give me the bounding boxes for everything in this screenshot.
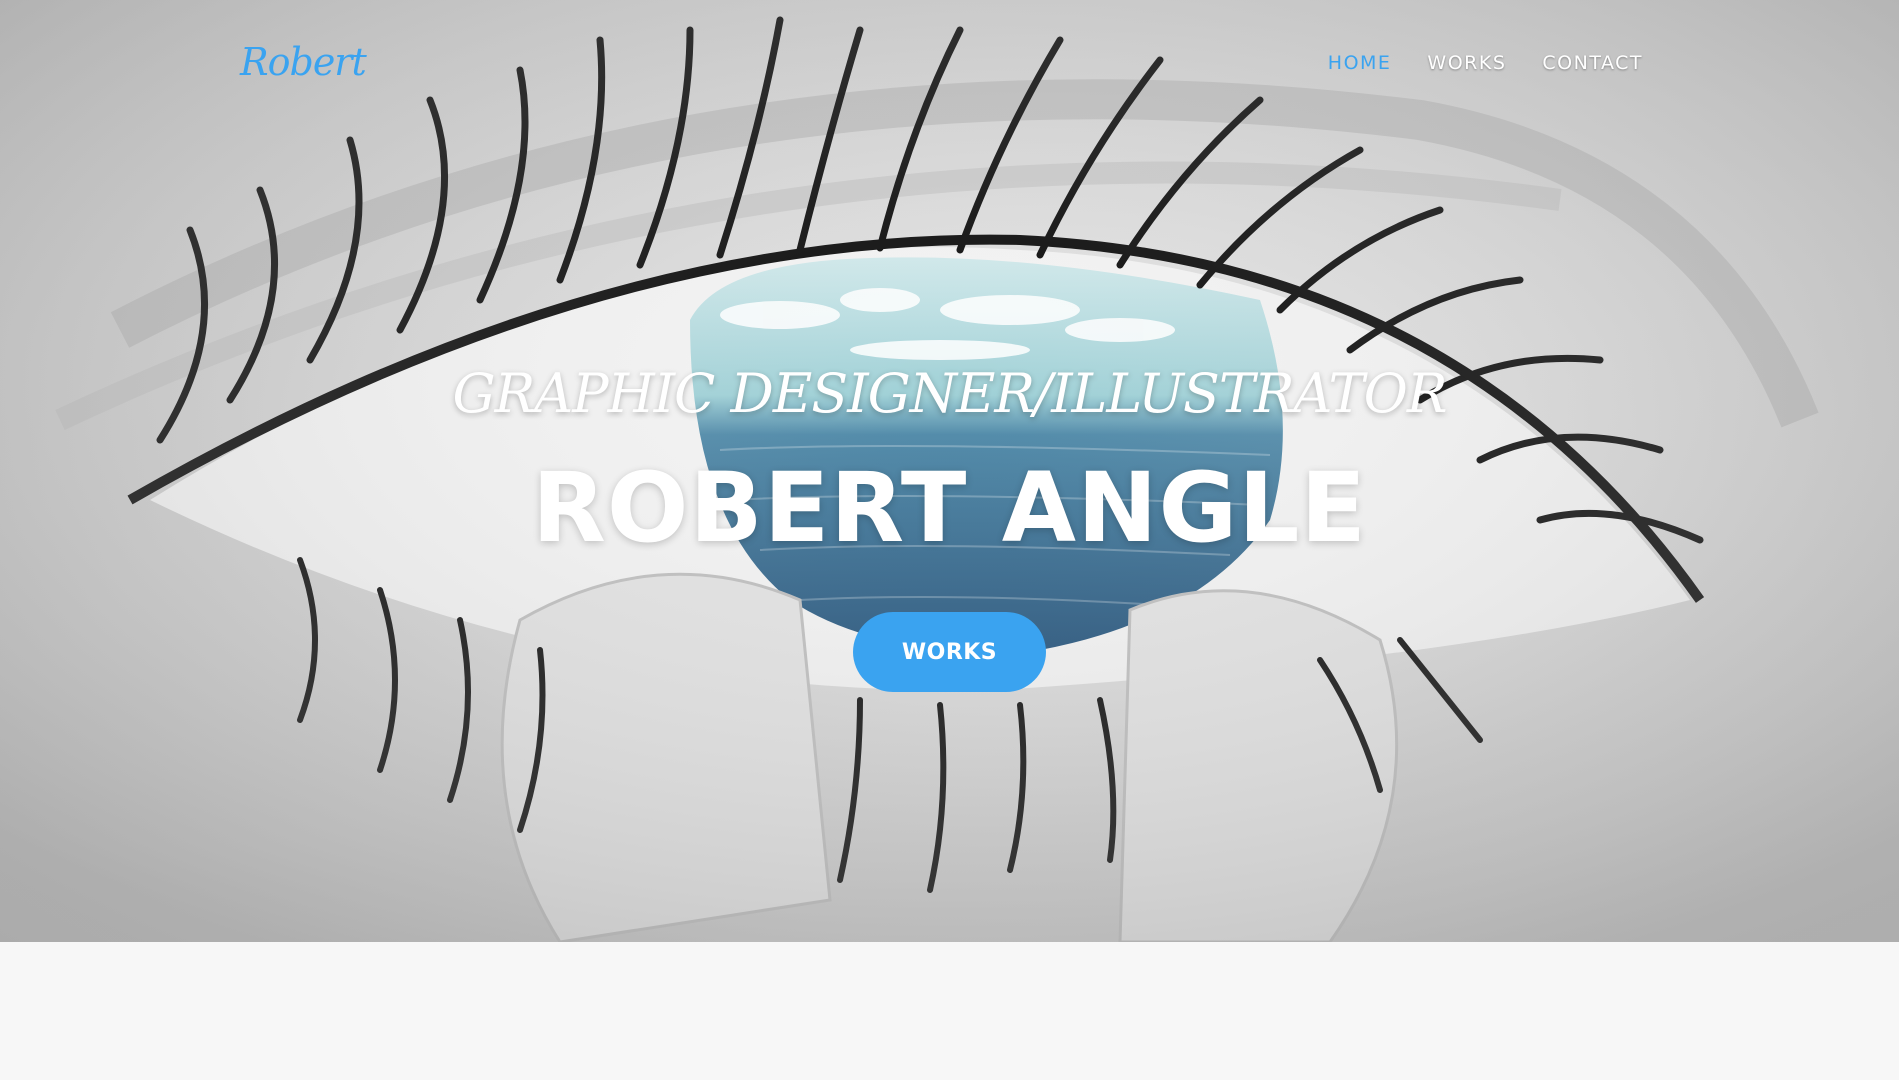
hero-subtitle: GRAPHIC DESIGNER/ILLUSTRATOR <box>452 362 1448 425</box>
hero-section: Robert HOME WORKS CONTACT GRAPHIC DESIGN… <box>0 0 1899 942</box>
top-navbar: Robert HOME WORKS CONTACT <box>0 0 1899 130</box>
nav-link-home[interactable]: HOME <box>1328 52 1392 74</box>
nav-links: HOME WORKS CONTACT <box>1328 52 1643 74</box>
nav-link-contact[interactable]: CONTACT <box>1542 52 1643 74</box>
brand-logo[interactable]: Robert <box>240 40 367 84</box>
works-button[interactable]: WORKS <box>853 612 1046 692</box>
nav-link-works[interactable]: WORKS <box>1427 52 1506 74</box>
content-section <box>0 942 1899 1080</box>
hero-title: ROBERT ANGLE <box>532 452 1367 564</box>
